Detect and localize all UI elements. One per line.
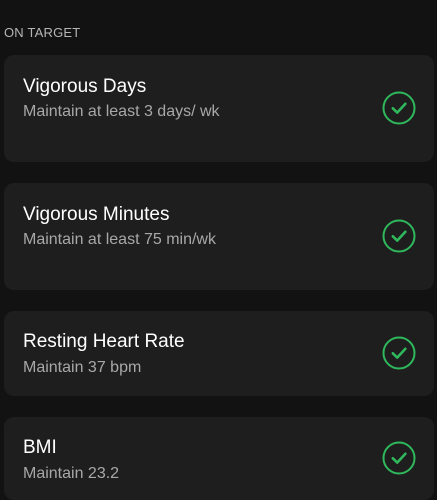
goal-description: Maintain 23.2 (23, 465, 120, 482)
goal-card-vigorous-minutes[interactable]: Vigorous Minutes Maintain at least 75 mi… (4, 183, 434, 290)
check-circle-icon (382, 336, 416, 370)
goal-description: Maintain at least 3 days/ wk (23, 103, 220, 120)
section-header-on-target: ON TARGET (4, 25, 81, 40)
goal-title: BMI (23, 437, 57, 458)
goal-card-bmi[interactable]: BMI Maintain 23.2 (4, 417, 434, 500)
goal-title: Vigorous Days (23, 76, 147, 97)
goal-title: Vigorous Minutes (23, 204, 170, 225)
goal-card-resting-heart-rate[interactable]: Resting Heart Rate Maintain 37 bpm (4, 311, 434, 396)
goal-card-vigorous-days[interactable]: Vigorous Days Maintain at least 3 days/ … (4, 55, 434, 162)
goal-description: Maintain at least 75 min/wk (23, 231, 216, 248)
check-circle-icon (382, 91, 416, 125)
goal-title: Resting Heart Rate (23, 331, 185, 352)
check-circle-icon (382, 441, 416, 475)
goal-description: Maintain 37 bpm (23, 359, 142, 376)
check-circle-icon (382, 219, 416, 253)
